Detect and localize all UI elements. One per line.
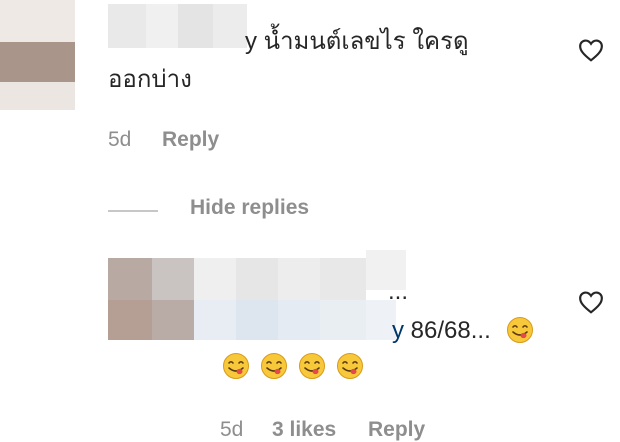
face-savoring-food-emoji bbox=[337, 353, 363, 379]
comment-1-text-line1: น้ำมนต์เลขไร ใครดู bbox=[263, 28, 469, 55]
comment-1-meta: 5d Reply bbox=[108, 128, 308, 158]
replies-divider-line bbox=[108, 210, 158, 212]
comment-2-meta: 5d 3 likes Reply bbox=[220, 418, 480, 442]
face-savoring-food-emoji bbox=[507, 317, 533, 343]
username-suffix: y bbox=[245, 28, 257, 55]
hide-replies-button[interactable]: Hide replies bbox=[190, 196, 309, 220]
reply-mention-suffix[interactable]: y bbox=[392, 317, 404, 344]
comment-1-reply-button[interactable]: Reply bbox=[162, 128, 219, 152]
face-savoring-food-emoji bbox=[223, 353, 249, 379]
comment-2-likes[interactable]: 3 likes bbox=[272, 418, 336, 442]
reply-username-ellipsis: ... bbox=[388, 278, 409, 305]
face-savoring-food-emoji bbox=[299, 353, 325, 379]
face-savoring-food-emoji bbox=[261, 353, 287, 379]
comment-1-time: 5d bbox=[108, 128, 132, 151]
heart-outline-icon[interactable] bbox=[578, 290, 604, 314]
comment-2-time: 5d bbox=[220, 418, 244, 441]
heart-outline-icon[interactable] bbox=[578, 38, 604, 62]
reply-text: 86/68... bbox=[410, 317, 491, 344]
comment-2-reply-button[interactable]: Reply bbox=[368, 418, 425, 442]
comment-1-text-line2: ออกบ่าง bbox=[108, 66, 192, 93]
